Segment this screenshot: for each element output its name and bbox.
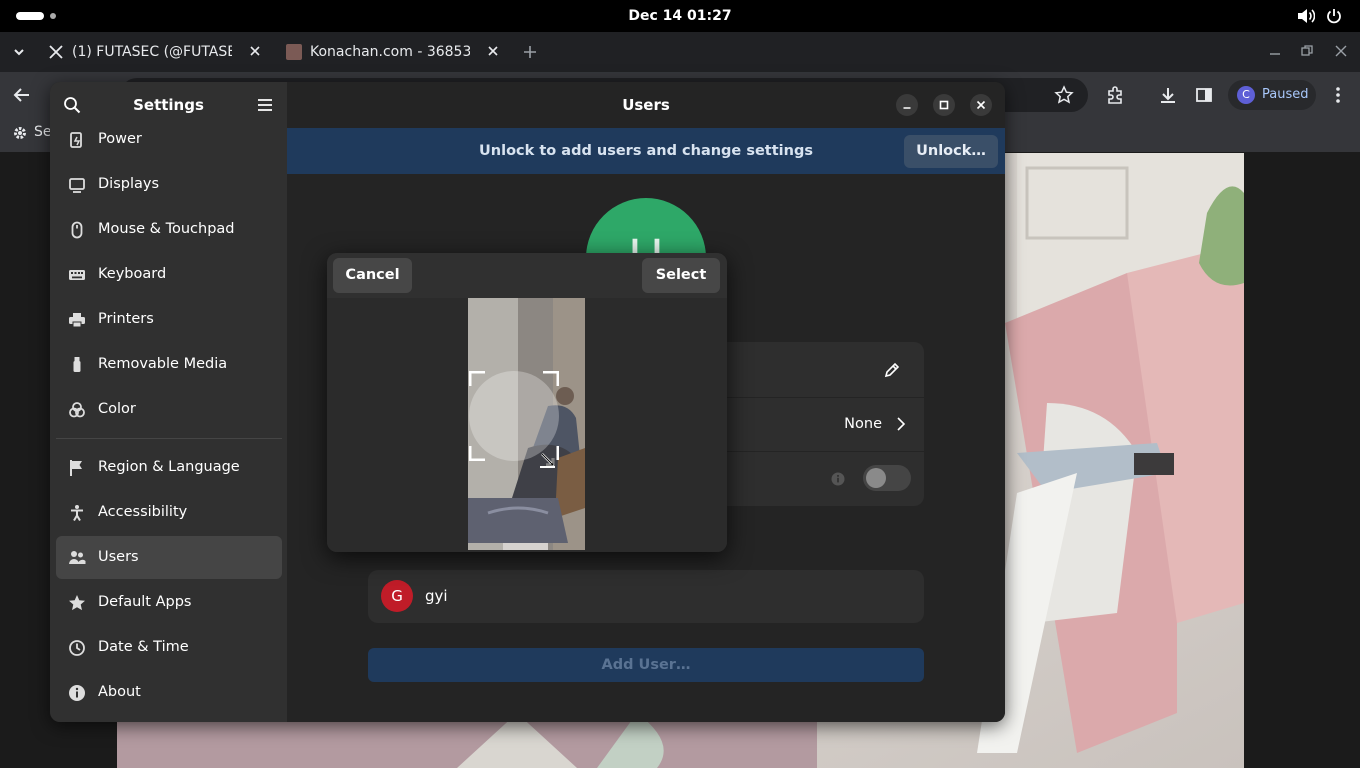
sidebar-item-about[interactable]: About [56, 671, 282, 714]
crop-avatar-dialog: Cancel Select [327, 253, 727, 552]
browser-close-icon[interactable] [1334, 44, 1348, 58]
sidebar-item-users[interactable]: Users [56, 536, 282, 579]
keyboard-icon [68, 266, 86, 284]
volume-icon[interactable] [1297, 8, 1315, 24]
sidebar-item-accessibility[interactable]: Accessibility [56, 491, 282, 534]
sidebar-item-date-time[interactable]: Date & Time [56, 626, 282, 669]
chevron-right-icon [896, 416, 906, 432]
browser-restore-icon[interactable] [1300, 44, 1314, 58]
power-icon[interactable] [1326, 8, 1342, 24]
unlock-button[interactable]: Unlock… [904, 135, 998, 168]
unlock-infobar: Unlock to add users and change settings [287, 128, 1005, 174]
info-icon [68, 684, 86, 702]
usb-icon [68, 356, 86, 374]
sidebar-item-label: Date & Time [98, 639, 189, 655]
window-close-button[interactable] [970, 94, 992, 116]
extensions-puzzle-icon[interactable] [1105, 85, 1125, 105]
display-icon [68, 176, 86, 194]
sidebar-item-default-apps[interactable]: Default Apps [56, 581, 282, 624]
tab-search-chevron-icon[interactable] [10, 44, 28, 60]
toggle-knob [866, 468, 886, 488]
tab-title: (1) FUTASEC (@FUTASEC [72, 44, 232, 60]
sidebar-divider [56, 438, 282, 439]
sidebar-item-keyboard[interactable]: Keyboard [56, 253, 282, 296]
x-logo-icon [48, 44, 64, 60]
clock[interactable]: Dec 14 01:27 [0, 0, 1360, 32]
close-tab-icon[interactable] [248, 44, 262, 58]
dialog-header: Cancel Select [327, 253, 727, 298]
accessibility-icon [68, 504, 86, 522]
sidebar-item-region-language[interactable]: Region & Language [56, 446, 282, 489]
clock-icon [68, 639, 86, 657]
cancel-button[interactable]: Cancel [333, 258, 412, 293]
sidebar-item-printers[interactable]: Printers [56, 298, 282, 341]
mouse-icon [68, 221, 86, 239]
sidebar-item-label: Region & Language [98, 459, 240, 475]
sidebar-item-label: Accessibility [98, 504, 188, 520]
sidebar-item-mouse-touchpad[interactable]: Mouse & Touchpad [56, 208, 282, 251]
other-user-name: gyi [425, 587, 448, 605]
download-icon[interactable] [1158, 85, 1178, 105]
sidebar-item-label: Printers [98, 311, 154, 327]
sidebar-item-label: Removable Media [98, 356, 228, 372]
info-icon[interactable] [831, 472, 845, 486]
flag-icon [68, 459, 86, 477]
crop-selection-circle[interactable] [469, 371, 559, 461]
sidebar-item-label: Power [98, 131, 142, 147]
tab-title: Konachan.com - 368538 [310, 44, 470, 60]
sidebar-item-label: Color [98, 401, 136, 417]
add-user-button[interactable]: Add User… [368, 648, 924, 682]
sidebar-item-label: Displays [98, 176, 160, 192]
sidebar-item-label: Mouse & Touchpad [98, 221, 235, 237]
sidebar-item-label: Default Apps [98, 594, 192, 610]
printer-icon [68, 311, 86, 329]
browser-tab[interactable]: (1) FUTASEC (@FUTASEC [48, 38, 268, 66]
bookmark-item[interactable]: Se [34, 118, 52, 146]
sidebar-item-label: Users [98, 549, 139, 565]
power-settings-icon [68, 131, 86, 149]
profile-status-label: Paused [1262, 87, 1309, 102]
close-tab-icon[interactable] [486, 44, 500, 58]
sidebar-item-label: About [98, 684, 141, 700]
other-user-avatar: G [381, 580, 413, 612]
gear-icon[interactable] [12, 125, 28, 141]
sidebar-item-color[interactable]: Color [56, 388, 282, 431]
automatic-login-toggle[interactable] [863, 465, 911, 491]
settings-sidebar: Settings Power Displays Mouse & Touchpad… [50, 82, 287, 722]
resize-cursor-icon [539, 451, 557, 469]
infobar-message: Unlock to add users and change settings [479, 143, 813, 159]
users-icon [68, 549, 86, 567]
window-minimize-button[interactable] [896, 94, 918, 116]
kebab-menu-icon[interactable] [1332, 85, 1344, 105]
bookmark-star-icon[interactable] [1054, 85, 1074, 105]
other-user-row[interactable]: G gyi [368, 570, 924, 623]
back-arrow-icon[interactable] [12, 85, 32, 105]
window-maximize-button[interactable] [933, 94, 955, 116]
select-button[interactable]: Select [642, 258, 720, 293]
hamburger-menu-icon[interactable] [257, 97, 273, 113]
sidebar-item-removable-media[interactable]: Removable Media [56, 343, 282, 386]
side-panel-icon[interactable] [1195, 86, 1213, 104]
profile-avatar: C [1237, 86, 1255, 104]
browser-tab[interactable]: Konachan.com - 368538 [286, 38, 506, 66]
sidebar-item-displays[interactable]: Displays [56, 163, 282, 206]
pencil-edit-icon[interactable] [884, 362, 900, 378]
konachan-favicon [286, 44, 302, 60]
sidebar-item-power[interactable]: Power [56, 118, 282, 161]
sidebar-item-label: Keyboard [98, 266, 167, 282]
star-icon [68, 594, 86, 612]
browser-minimize-icon[interactable] [1268, 46, 1282, 56]
color-icon [68, 401, 86, 419]
crop-canvas [327, 298, 727, 552]
new-tab-plus-icon[interactable] [520, 42, 540, 62]
